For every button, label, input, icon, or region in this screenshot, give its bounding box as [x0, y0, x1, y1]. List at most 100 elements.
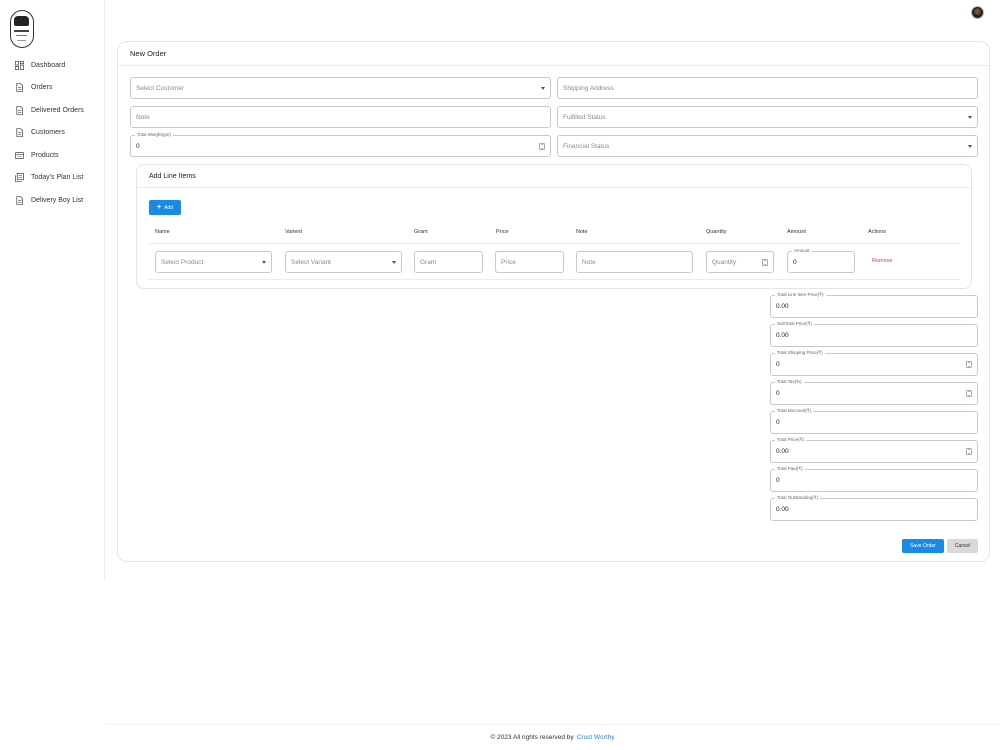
sidebar-nav: Dashboard Orders Delivered Orders Custom… [0, 54, 104, 212]
stepper-icon[interactable] [966, 448, 972, 455]
user-avatar[interactable] [971, 6, 984, 19]
sidebar-item-label: Orders [31, 84, 53, 92]
sidebar-item-label: Delivery Boy List [31, 196, 84, 204]
total-shipping-price-field[interactable]: Total Shipping Price(₹) 0 [770, 350, 978, 376]
plus-icon: + [157, 204, 162, 211]
stepper-icon[interactable] [966, 390, 972, 397]
column-header-note: Note [576, 229, 588, 235]
sidebar-item-label: Products [31, 151, 59, 159]
footer: © 2023 All rights reserved by Crust Wort… [105, 724, 1000, 750]
stepper-icon[interactable] [966, 361, 972, 368]
chevron-down-icon [262, 261, 266, 264]
line-note-placeholder: Note [582, 258, 596, 266]
sidebar-item-label: Customers [31, 129, 65, 137]
financial-placeholder: Financial Status [563, 142, 610, 150]
field-value: 0 [776, 361, 780, 368]
save-order-button[interactable]: Save Order [902, 539, 944, 553]
field-value: 0.00 [776, 303, 789, 310]
document-icon [15, 195, 24, 205]
field-value: 0.00 [776, 448, 789, 455]
add-label: Add [164, 204, 173, 211]
column-header-quantity: Quantity [706, 229, 727, 235]
chevron-down-icon [541, 87, 545, 90]
sidebar-item-orders[interactable]: Orders [0, 77, 104, 100]
column-header-price: Price [496, 229, 509, 235]
document-icon [15, 105, 24, 115]
sidebar-item-customers[interactable]: Customers [0, 122, 104, 145]
customer-select[interactable]: Select Customer [130, 77, 551, 99]
field-label: Total Outstanding(₹) [775, 495, 820, 501]
product-placeholder: Select Product [161, 258, 204, 266]
total-paid-field[interactable]: Total Paid(₹) 0 [770, 466, 978, 492]
shipping-placeholder: Shipping Address [563, 84, 614, 92]
field-value: 0.00 [776, 506, 789, 513]
page-title: New Order [118, 42, 989, 66]
field-value: 0.00 [776, 332, 789, 339]
field-label: Total Paid(₹) [775, 466, 805, 472]
sidebar-item-delivered-orders[interactable]: Delivered Orders [0, 99, 104, 122]
products-icon [15, 151, 24, 160]
product-select[interactable]: Select Product [155, 251, 272, 273]
field-label: Total Discount(₹) [775, 408, 814, 414]
total-discount-field[interactable]: Total Discount(₹) 0 [770, 408, 978, 434]
line-items-card: Add Line Items + Add Name Varient Gram P… [136, 164, 972, 289]
chevron-down-icon [968, 145, 972, 148]
line-note-input[interactable]: Note [576, 251, 693, 273]
sidebar-item-delivery-boy-list[interactable]: Delivery Boy List [0, 189, 104, 212]
total-line-item-price-field[interactable]: Total Line Item Price(₹) 0.00 [770, 292, 978, 318]
note-placeholder: Note [136, 113, 150, 121]
gram-placeholder: Gram [420, 258, 437, 266]
customer-placeholder: Select Customer [136, 84, 185, 92]
total-tax-field[interactable]: Total Tax(%) 0 [770, 379, 978, 405]
column-header-amount: Amount [787, 229, 806, 235]
total-weight-label: Total Weight(gm) [135, 132, 173, 137]
total-price-field[interactable]: Total Price(₹) 0.00 [770, 437, 978, 463]
column-header-name: Name [155, 229, 170, 235]
price-placeholder: Price [501, 258, 516, 266]
dashboard-icon [15, 60, 24, 70]
field-label: Total Tax(%) [775, 379, 804, 384]
gram-input[interactable]: Gram [414, 251, 483, 273]
variant-select[interactable]: Select Variant [285, 251, 402, 273]
column-header-gram: Gram [414, 229, 428, 235]
brand-logo[interactable] [10, 10, 34, 48]
sidebar-item-todays-plan-list[interactable]: Today's Plan List [0, 167, 104, 190]
variant-placeholder: Select Variant [291, 258, 331, 266]
note-input[interactable]: Note [130, 106, 551, 128]
price-input[interactable]: Price [495, 251, 564, 273]
add-line-item-button[interactable]: + Add [149, 200, 181, 215]
new-order-card: New Order Select Customer Shipping Addre… [117, 41, 990, 562]
sidebar-item-dashboard[interactable]: Dashboard [0, 54, 104, 77]
sidebar-item-products[interactable]: Products [0, 144, 104, 167]
document-icon [15, 128, 24, 138]
footer-text: © 2023 All rights reserved by [490, 734, 574, 741]
line-items-title: Add Line Items [137, 165, 971, 188]
stepper-icon[interactable] [539, 143, 545, 150]
field-label: Total Shipping Price(₹) [775, 350, 825, 356]
field-label: Total Line Item Price(₹) [775, 292, 826, 298]
amount-label: Amount [792, 248, 812, 253]
sidebar-item-label: Dashboard [31, 61, 66, 69]
amount-input[interactable]: Amount 0 [787, 248, 855, 273]
sidebar-item-label: Today's Plan List [31, 174, 84, 182]
shipping-address-input[interactable]: Shipping Address [557, 77, 978, 99]
chevron-down-icon [968, 116, 972, 119]
field-value: 0 [776, 419, 780, 426]
sidebar: Dashboard Orders Delivered Orders Custom… [0, 0, 105, 580]
fulfilled-placeholder: Fulfilled Status [563, 113, 606, 121]
field-value: 0 [776, 477, 780, 484]
financial-status-select[interactable]: Financial Status [557, 135, 978, 157]
cancel-button[interactable]: Cancel [947, 539, 978, 553]
header-divider [149, 243, 960, 244]
quantity-stepper[interactable]: Quantity [706, 251, 774, 273]
total-weight-input[interactable]: Total Weight(gm) 0 [130, 132, 551, 157]
row-divider [149, 279, 960, 280]
footer-brand-link[interactable]: Crust Worthy [577, 734, 615, 741]
subtotal-price-field[interactable]: SubTotal Price(₹) 0.00 [770, 321, 978, 347]
quantity-placeholder: Quantity [712, 258, 737, 266]
total-outstanding-field[interactable]: Total Outstanding(₹) 0.00 [770, 495, 978, 521]
remove-line-item-link[interactable]: Remove [872, 258, 892, 264]
stepper-icon[interactable] [762, 259, 768, 266]
field-label: SubTotal Price(₹) [775, 321, 814, 327]
fulfilled-status-select[interactable]: Fulfilled Status [557, 106, 978, 128]
